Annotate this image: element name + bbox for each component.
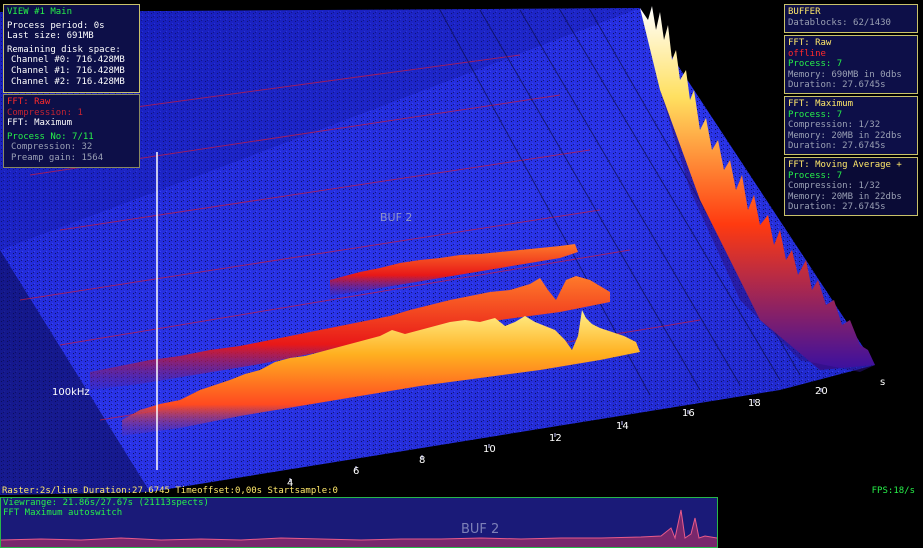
fft-mavg-memory: Memory: 20MB in 22dbs <box>788 191 902 202</box>
buffer-info-panel: BUFFER Datablocks: 62/1430 <box>784 4 918 33</box>
fft-raw-label: FFT: Raw <box>7 97 51 107</box>
fft-mavg-compression: Compression: 1/32 <box>788 181 881 192</box>
fft-maximum-title: FFT: Maximum <box>7 118 73 129</box>
time-tick-18: 18 <box>748 398 761 409</box>
time-tick-10: 10 <box>483 444 496 455</box>
fft-mavg-title: FFT: Moving Average + <box>788 160 902 170</box>
viewrange-readout: Viewrange: 21.86s/27.67s (21113spects) <box>3 498 209 508</box>
fft-max-memory: Memory: 20MB in 22dbs <box>788 130 902 141</box>
time-tick-20: 20 <box>815 386 828 397</box>
fft-max-duration: Duration: 27.6745s <box>788 141 886 152</box>
fft-maximum-info-panel: FFT: Raw Compression: 1 FFT: Maximum Pro… <box>3 94 140 168</box>
fft-max-title: FFT: Maximum <box>788 99 854 109</box>
frequency-axis-label: 100kHz <box>52 387 90 398</box>
compression-value: Compression: 32 <box>11 142 93 153</box>
fft-raw-memory: Memory: 690MB in 0dbs <box>788 69 902 80</box>
fft-raw-process: Process: 7 <box>788 59 843 70</box>
time-tick-14: 14 <box>616 421 629 432</box>
buffer-label: BUF 2 <box>380 211 413 224</box>
fft-moving-average-info-panel: FFT: Moving Average + Process: 7 Compres… <box>784 157 918 216</box>
view-info-panel: VIEW #1 Main Process period: 0s Last siz… <box>3 4 140 93</box>
fft-max-compression: Compression: 1/32 <box>788 120 881 131</box>
time-tick-16: 16 <box>682 408 695 419</box>
time-axis-unit: s <box>880 377 886 388</box>
process-number: Process No: 7/11 <box>7 131 94 142</box>
preamp-gain: Preamp gain: 1564 <box>11 152 104 163</box>
fft-raw-title: FFT: Raw <box>788 38 832 48</box>
time-tick-12: 12 <box>549 433 562 444</box>
raster-info: Raster:2s/line Duration:27.6745 Timeoffs… <box>2 486 338 496</box>
fft-mode-readout: FFT Maximum autoswitch <box>3 508 123 518</box>
buffer-title: BUFFER <box>788 7 821 17</box>
fft-mavg-duration: Duration: 27.6745s <box>788 202 886 213</box>
process-period: Process period: 0s <box>7 20 105 31</box>
time-tick-8: 8 <box>419 455 426 466</box>
remaining-disk-header: Remaining disk space: <box>7 44 121 55</box>
channel-0: Channel #0: 716.428MB <box>11 55 125 66</box>
overview-panel[interactable]: Viewrange: 21.86s/27.67s (21113spects) F… <box>0 497 718 548</box>
fft-max-process: Process: 7 <box>788 109 843 120</box>
last-size: Last size: 691MB <box>7 31 94 42</box>
fft-raw-duration: Duration: 27.6745s <box>788 80 886 91</box>
fft-raw-info-panel: FFT: Raw offline Process: 7 Memory: 690M… <box>784 35 918 94</box>
fft-raw-compression: Compression: 1 <box>7 107 83 118</box>
buffer-datablocks: Datablocks: 62/1430 <box>788 17 891 28</box>
fft-mavg-process: Process: 7 <box>788 170 843 181</box>
channel-1: Channel #1: 716.428MB <box>11 65 125 76</box>
time-tick-6: 6 <box>353 466 360 477</box>
view-title: VIEW #1 Main <box>7 7 73 17</box>
status-bar: Raster:2s/line Duration:27.6745 Timeoffs… <box>0 486 923 497</box>
fps-readout: FPS:18/s <box>871 486 915 496</box>
overview-buffer-label: BUF 2 <box>461 522 500 537</box>
fft-max-info-panel: FFT: Maximum Process: 7 Compression: 1/3… <box>784 96 918 155</box>
fft-raw-status: offline <box>788 48 826 59</box>
channel-2: Channel #2: 716.428MB <box>11 76 125 87</box>
